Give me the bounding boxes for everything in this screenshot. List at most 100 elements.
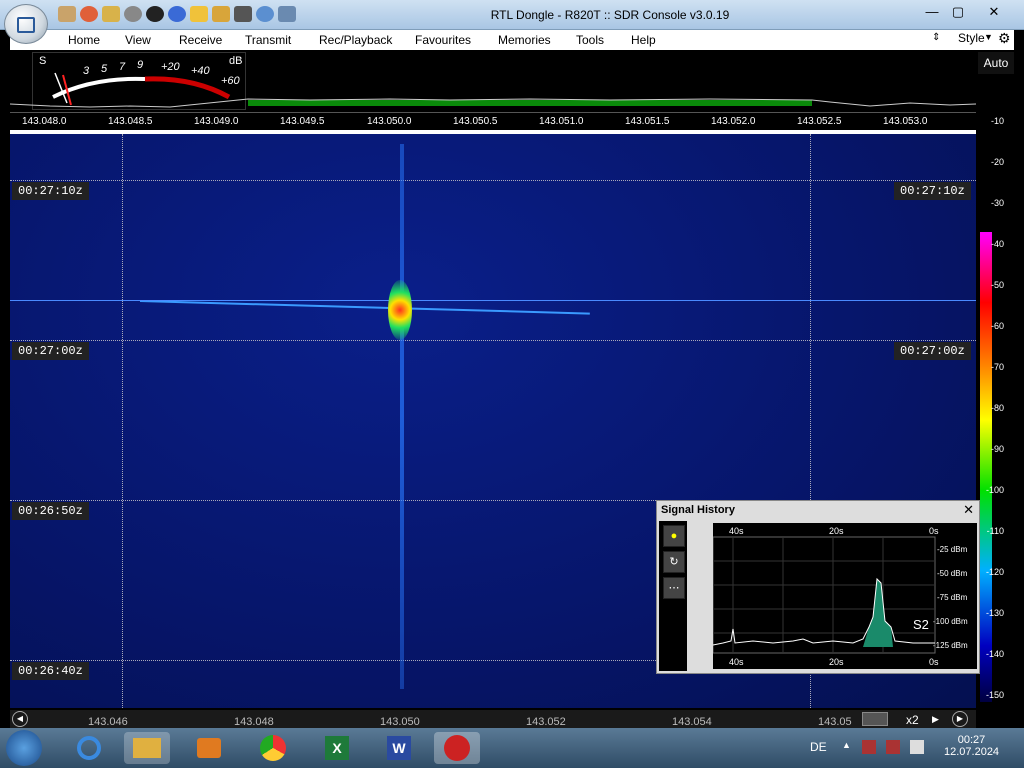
color-gradient <box>980 232 992 702</box>
title-bar: RTL Dongle - R820T :: SDR Console v3.0.1… <box>0 0 1024 30</box>
freq-tick: 143.048.0 <box>22 116 67 127</box>
lock-icon[interactable] <box>212 6 230 22</box>
db-tick: -20 <box>990 157 1004 167</box>
freq-tick: 143.052.5 <box>797 116 842 127</box>
zoom-arrow-icon[interactable]: ▶ <box>932 714 939 725</box>
clock[interactable]: 00:27 12.07.2024 <box>944 734 999 758</box>
freq-tick: 143.051.5 <box>625 116 670 127</box>
undo-icon[interactable] <box>278 6 296 22</box>
plus-icon[interactable] <box>168 6 186 22</box>
clock-date: 12.07.2024 <box>944 746 1000 758</box>
frequency-scale[interactable]: 143.048.0 143.048.5 143.049.0 143.049.5 … <box>10 112 976 130</box>
refresh-icon[interactable]: ↻ <box>663 551 685 573</box>
sdr-console-icon[interactable] <box>434 732 480 764</box>
menu-memories[interactable]: Memories <box>498 33 551 47</box>
menu-bar: Home View Receive Transmit Rec/Playback … <box>10 30 1014 50</box>
db-tick: -140 <box>985 649 1004 659</box>
menu-view[interactable]: View <box>125 33 151 47</box>
menu-rec-playback[interactable]: Rec/Playback <box>319 33 392 47</box>
menu-receive[interactable]: Receive <box>179 33 222 47</box>
media-icon[interactable] <box>186 732 232 764</box>
drop-icon[interactable] <box>256 6 274 22</box>
spectrum-trace[interactable] <box>10 52 976 112</box>
more-icon[interactable]: ⋯ <box>663 577 685 599</box>
db-colorbar[interactable]: -10 -20 -30 -40 -50 -60 -70 -80 -90 -100… <box>978 74 1014 710</box>
gear-icon[interactable]: ⚙ <box>998 30 1011 47</box>
bottom-freq-label: 143.048 <box>234 716 274 728</box>
grid-line-horizontal <box>10 340 976 341</box>
bottom-freq-label: 143.054 <box>672 716 712 728</box>
minimize-button[interactable]: — <box>920 3 944 21</box>
chevron-down-icon[interactable]: ▼ <box>984 32 993 42</box>
scroll-right-icon[interactable]: ▶ <box>952 711 968 727</box>
tray-flag-icon[interactable] <box>910 740 924 754</box>
timestamp-left: 00:26:40z <box>12 662 89 680</box>
timestamp-left: 00:27:00z <box>12 342 89 360</box>
word-icon[interactable]: W <box>376 732 422 764</box>
menu-home[interactable]: Home <box>68 33 100 47</box>
ie-icon[interactable] <box>66 732 112 764</box>
db-tick: -10 <box>990 116 1004 126</box>
db-tick: -120 <box>985 567 1004 577</box>
tray-volume-icon[interactable] <box>886 740 900 754</box>
grid-line-horizontal <box>10 180 976 181</box>
style-arrows-icon[interactable]: ⇕ <box>932 32 940 43</box>
lifebuoy-icon[interactable] <box>80 6 98 22</box>
db-tick: -60 <box>990 321 1004 331</box>
auto-scale-button[interactable]: Auto <box>978 52 1014 74</box>
freq-tick: 143.053.0 <box>883 116 928 127</box>
explorer-icon[interactable] <box>124 732 170 764</box>
start-button[interactable] <box>6 730 42 766</box>
keyboard-icon[interactable] <box>862 712 888 726</box>
db-tick: -130 <box>985 608 1004 618</box>
excel-icon[interactable]: X <box>314 732 360 764</box>
menu-favourites[interactable]: Favourites <box>415 33 471 47</box>
tray-expand-icon[interactable]: ▲ <box>842 740 851 750</box>
app-menu-orb[interactable] <box>4 4 48 44</box>
menu-transmit[interactable]: Transmit <box>245 33 291 47</box>
language-indicator[interactable]: DE <box>810 740 827 754</box>
db-tick: -100 <box>985 485 1004 495</box>
record-icon[interactable]: ● <box>663 525 685 547</box>
timestamp-right: 00:27:00z <box>894 342 971 360</box>
play-icon[interactable] <box>124 6 142 22</box>
timestamp-left: 00:27:10z <box>12 182 89 200</box>
bottom-freq-label: 143.05 <box>818 716 852 728</box>
zoom-level[interactable]: x2 <box>906 713 919 727</box>
signal-history-close-button[interactable]: ✕ <box>963 502 974 518</box>
tray-network-icon[interactable] <box>862 740 876 754</box>
db-tick: -150 <box>985 690 1004 700</box>
db-tick: -90 <box>990 444 1004 454</box>
close-button[interactable]: ✕ <box>982 3 1006 21</box>
bottom-freq-label: 143.052 <box>526 716 566 728</box>
folder-icon[interactable] <box>102 6 120 22</box>
timestamp-right: 00:27:10z <box>894 182 971 200</box>
db-tick: -80 <box>990 403 1004 413</box>
cursor-line <box>10 300 976 301</box>
db-tick: -40 <box>990 239 1004 249</box>
db-tick: -70 <box>990 362 1004 372</box>
db-tick: -50 <box>990 280 1004 290</box>
stop-icon[interactable] <box>146 6 164 22</box>
chrome-icon[interactable] <box>250 732 296 764</box>
freq-tick: 143.049.0 <box>194 116 239 127</box>
freq-tick: 143.051.0 <box>539 116 584 127</box>
menu-help[interactable]: Help <box>631 33 656 47</box>
menu-tools[interactable]: Tools <box>576 33 604 47</box>
timestamp-left: 00:26:50z <box>12 502 89 520</box>
window-title: RTL Dongle - R820T :: SDR Console v3.0.1… <box>490 8 730 22</box>
home-icon[interactable] <box>58 6 76 22</box>
bottom-frequency-scale[interactable]: ◀ 143.046 143.048 143.050 143.052 143.05… <box>10 710 976 728</box>
freq-tick: 143.050.0 <box>367 116 412 127</box>
star-icon[interactable] <box>190 6 208 22</box>
signal-history-title: Signal History <box>661 504 735 516</box>
taskbar: X W DE ▲ 00:27 12.07.2024 <box>0 728 1024 768</box>
maximize-button[interactable]: ▢ <box>946 3 970 21</box>
app-logo-icon <box>17 17 35 33</box>
style-menu[interactable]: Style <box>958 31 985 45</box>
camera-icon[interactable] <box>234 6 252 22</box>
signal-history-plot[interactable]: 40s 20s 0s -25 dBm -50 dBm -75 dBm -100 … <box>713 523 977 669</box>
scroll-left-icon[interactable]: ◀ <box>12 711 28 727</box>
bottom-freq-label: 143.050 <box>380 716 420 728</box>
signal-history-panel: Signal History ✕ ● ↻ ⋯ 40s 20s 0s -25 dB… <box>656 500 980 674</box>
